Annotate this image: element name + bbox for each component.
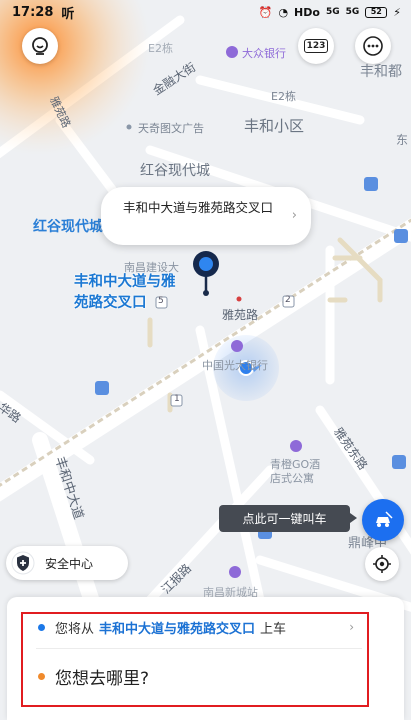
map-label-honggu2: 红谷现代城 (33, 219, 103, 235)
chevron-right-icon: › (349, 620, 354, 634)
locate-me-button[interactable] (365, 547, 399, 581)
signal-icon-1: 5G (325, 7, 340, 17)
call-car-tooltip-text: 点此可一键叫车 (242, 512, 327, 526)
pickup-prefix: 您将从 (55, 621, 95, 637)
alarm-icon: ⏰ (258, 5, 273, 19)
location-bubble[interactable]: 丰和中大道与雅苑路交叉口 › (101, 187, 311, 245)
call-car-button[interactable] (362, 499, 404, 541)
pickup-address: 丰和中大道与雅苑路交叉口 (99, 621, 256, 637)
customer-service-button[interactable] (22, 28, 58, 64)
map-label-bank: 中国光大银行 (202, 359, 268, 372)
chat-bubble-icon (32, 37, 48, 55)
destination-placeholder: 您想去哪里? (55, 668, 150, 689)
status-bar: 17:28 听 ⏰ ◔ HDo 5G 5G 52 ⚡ (0, 0, 411, 24)
map-label-dazhong: 大众银行 (242, 47, 286, 60)
shield-icon (10, 550, 36, 576)
battery-icon: 52 (365, 6, 388, 18)
sheet-divider (36, 648, 362, 649)
safety-center-label: 安全中心 (45, 556, 94, 571)
chevron-right-icon: › (291, 208, 297, 223)
map-label-e2b: E2栋 (148, 42, 173, 55)
map-label-honggu1: 红谷现代城 (140, 163, 210, 179)
map-label-fenghe-xiaoqu: 丰和小区 (244, 117, 305, 135)
map-label-e2: E2栋 (271, 90, 296, 103)
map-label-qingcheng: 青橙GO酒店式公寓 (270, 458, 321, 485)
keyboard-label: 123 (306, 41, 326, 51)
map-label-num2: 2 (285, 295, 291, 305)
wifi-icon: ◔ (278, 5, 289, 19)
pickup-row[interactable]: 您将从 丰和中大道与雅苑路交叉口 上车 › (38, 615, 358, 639)
charging-icon: ⚡ (393, 5, 401, 19)
battery-level: 52 (370, 7, 382, 16)
pickup-suffix: 上车 (260, 621, 287, 637)
pickup-point-label: 丰和中大道与雅苑路交叉口 (74, 274, 176, 311)
keyboard-icon: 123 (303, 39, 329, 53)
origin-dot (38, 623, 45, 631)
more-dots-icon (363, 36, 383, 56)
map-label-dong: 东 (396, 133, 409, 147)
map-label-tianqi: 天奇图文广告 (138, 122, 204, 135)
signal-icon-2: 5G (345, 7, 360, 17)
crosshair-icon (373, 555, 391, 573)
map-label-num1: 1 (174, 394, 180, 404)
status-app-icon: 听 (61, 6, 75, 22)
keyboard-button[interactable]: 123 (298, 28, 334, 64)
map-label-yayuan-road2: 雅苑路 (222, 308, 259, 322)
car-icon (376, 511, 393, 527)
status-network: HDo (294, 5, 320, 19)
more-button[interactable] (355, 28, 391, 64)
map-label-fenghedu: 丰和都 (360, 64, 402, 80)
safety-center-button[interactable]: 安全中心 (6, 546, 128, 580)
location-bubble-text: 丰和中大道与雅苑路交叉口 (123, 200, 274, 215)
status-time: 17:28 (12, 4, 54, 20)
destination-dot (38, 672, 45, 680)
destination-input[interactable]: 您想去哪里? (38, 660, 149, 692)
call-car-tooltip[interactable]: 点此可一键叫车 (219, 505, 357, 532)
